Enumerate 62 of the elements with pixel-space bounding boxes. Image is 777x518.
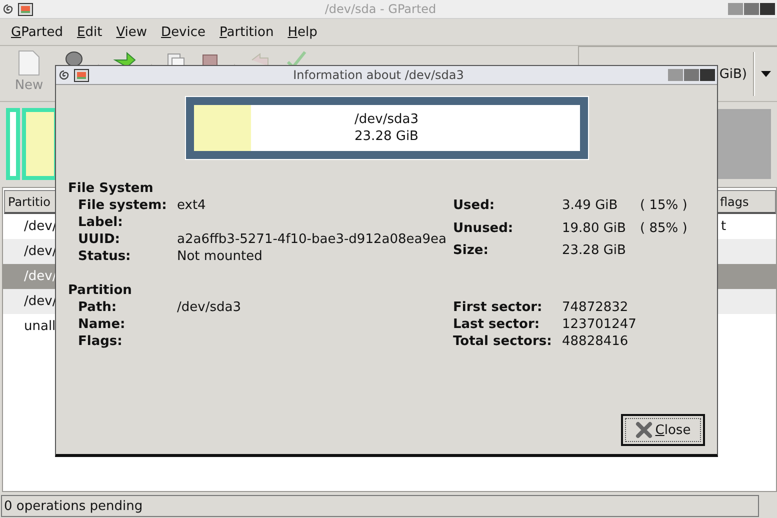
field-label: Size: xyxy=(453,242,490,260)
swirl-icon xyxy=(58,69,70,81)
field-value: 48828416 xyxy=(562,333,630,350)
arrow-icon[interactable] xyxy=(113,50,137,68)
dropdown-arrow-icon xyxy=(761,71,771,77)
table-cell-text: /dev/ xyxy=(23,244,57,259)
field-value: /dev/sda3 xyxy=(177,299,242,316)
table-cell-text: unall xyxy=(23,319,56,334)
app-icon xyxy=(74,68,89,82)
status-bar: 0 operations pending xyxy=(1,495,759,517)
table-cell-text: /dev/ xyxy=(23,294,57,309)
field-value: 123701247 xyxy=(562,316,638,333)
menu-item[interactable]: Device xyxy=(154,24,213,40)
table-cell-text: /dev/ xyxy=(23,219,57,234)
close-button[interactable] xyxy=(700,69,715,81)
field-label: Label: xyxy=(78,214,124,231)
field-label: File system: xyxy=(78,197,168,214)
table-cell-text: t xyxy=(720,219,726,234)
field-label: Path: xyxy=(78,299,118,316)
field-label: Status: xyxy=(78,248,132,265)
minimize-button[interactable] xyxy=(668,69,683,81)
page-icon xyxy=(18,50,40,76)
swirl-icon xyxy=(2,3,14,15)
section-heading: File System xyxy=(68,180,154,197)
menu-item[interactable]: View xyxy=(109,24,154,40)
apply-icon[interactable] xyxy=(285,50,307,68)
window-title: /dev/sda - GParted xyxy=(324,2,438,16)
percent-value: ( 15% ) xyxy=(640,197,688,215)
dialog-title: Information about /dev/sda3 xyxy=(292,68,465,82)
maximize-button[interactable] xyxy=(744,3,759,15)
menu-item[interactable]: Edit xyxy=(70,24,110,40)
field-value: 23.28 GiB xyxy=(562,242,627,260)
field-value: Not mounted xyxy=(177,248,264,265)
close-dialog-button[interactable]: Close xyxy=(621,414,705,446)
app-icon xyxy=(18,2,33,16)
field-label: Last sector: xyxy=(453,316,541,333)
field-label: First sector: xyxy=(453,299,544,316)
menu-item[interactable]: GParted xyxy=(4,24,70,40)
menu-item[interactable]: Partition xyxy=(212,24,281,40)
field-label: UUID: xyxy=(78,231,121,248)
maximize-button[interactable] xyxy=(684,69,699,81)
minimize-button[interactable] xyxy=(728,3,743,15)
column-header[interactable]: flags xyxy=(716,190,776,214)
partition-size: 23.28 GiB xyxy=(354,128,418,145)
field-label: Unused: xyxy=(453,220,514,238)
table-cell-text: /dev/ xyxy=(23,269,57,284)
percent-value: ( 85% ) xyxy=(640,220,688,238)
partition-block[interactable] xyxy=(22,108,58,180)
field-label: Flags: xyxy=(78,333,124,350)
field-label: Total sectors: xyxy=(453,333,553,350)
close-icon xyxy=(635,421,654,439)
menu-item[interactable]: Help xyxy=(280,24,324,40)
close-button[interactable] xyxy=(760,3,775,15)
partition-path: /dev/sda3 xyxy=(354,111,418,128)
field-value: 3.49 GiB xyxy=(562,197,619,215)
field-value: ext4 xyxy=(177,197,207,214)
field-value: 74872832 xyxy=(562,299,630,316)
section-heading: Partition xyxy=(68,282,133,299)
field-value: 19.80 GiB xyxy=(562,220,627,238)
field-label: Name: xyxy=(78,316,126,333)
field-label: Used: xyxy=(453,197,496,215)
field-value: a2a6ffb3-5271-4f10-bae3-d912a08ea9ea xyxy=(177,231,448,248)
